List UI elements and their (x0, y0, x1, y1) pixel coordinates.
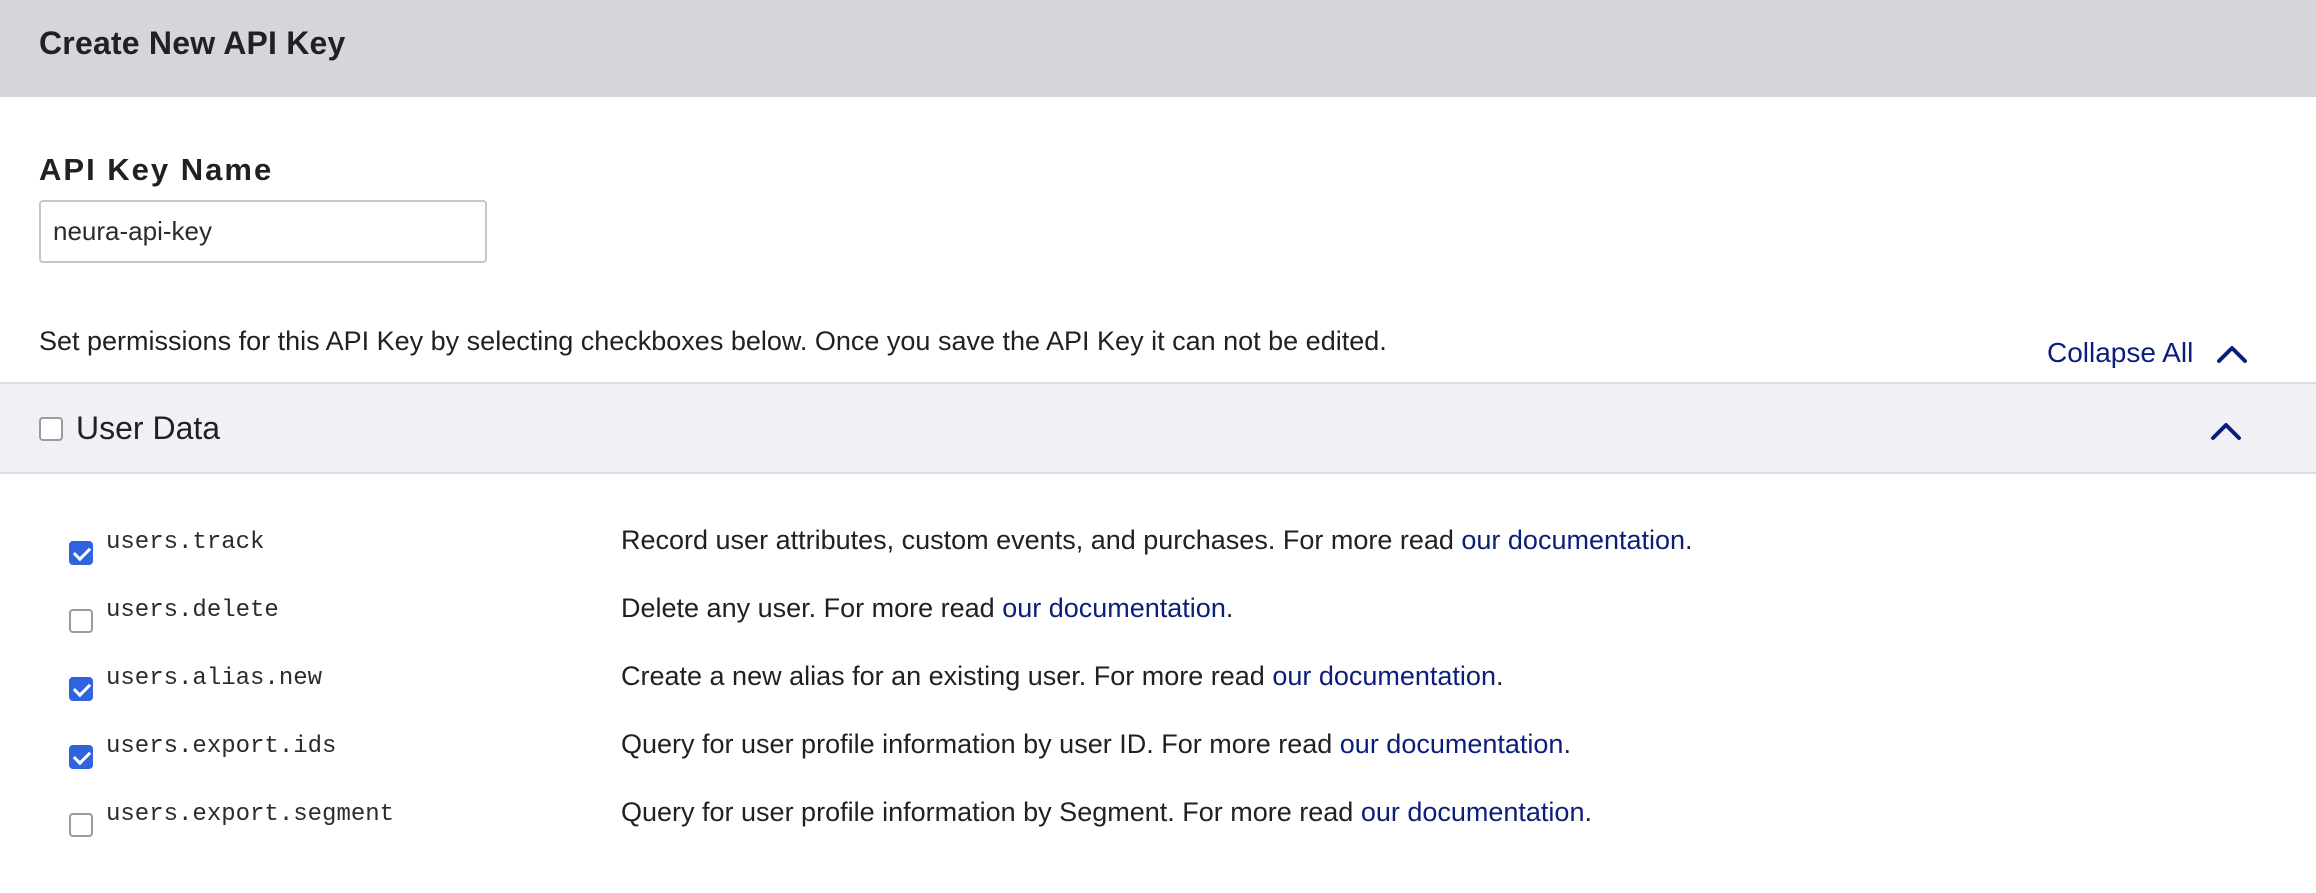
documentation-link[interactable]: our documentation (1272, 661, 1496, 691)
permission-description: Create a new alias for an existing user.… (621, 661, 1503, 692)
permission-checkbox[interactable] (69, 677, 93, 701)
description-suffix: . (1563, 729, 1571, 759)
documentation-link[interactable]: our documentation (1361, 797, 1585, 827)
api-key-name-input[interactable] (39, 200, 487, 263)
permission-description-text: Query for user profile information by Se… (621, 797, 1361, 827)
description-suffix: . (1225, 593, 1234, 623)
permission-description-text: Create a new alias for an existing user.… (621, 661, 1273, 691)
permission-checkbox[interactable] (69, 745, 93, 769)
permission-description: Delete any user. For more read our docum… (621, 593, 1233, 624)
permission-checkbox[interactable] (69, 541, 93, 565)
permission-checkbox[interactable] (69, 609, 93, 633)
permission-name: users.delete (106, 597, 279, 624)
permission-description-text: Delete any user. For more read (621, 593, 1003, 623)
permission-row: users.delete Delete any user. For more re… (0, 585, 2316, 653)
page-header: Create New API Key (0, 0, 2316, 97)
description-suffix: . (1584, 797, 1592, 827)
chevron-up-icon (2217, 346, 2248, 363)
permission-name: users.alias.new (106, 665, 323, 692)
description-suffix: . (1495, 661, 1504, 691)
collapse-all-button[interactable]: Collapse All (2047, 333, 2249, 373)
permission-name: users.export.ids (106, 733, 337, 760)
collapse-all-label: Collapse All (2047, 337, 2194, 368)
permission-description-text: Query for user profile information by us… (621, 729, 1340, 759)
permission-row: users.track Record user attributes, custo… (0, 517, 2316, 585)
permission-checkbox[interactable] (69, 813, 93, 837)
permission-name: users.track (106, 529, 265, 556)
permission-description: Record user attributes, custom events, a… (621, 525, 1693, 556)
documentation-link[interactable]: our documentation (1461, 525, 1685, 555)
api-key-name-label: API Key Name (39, 152, 274, 187)
permission-row: users.alias.new Create a new alias for an… (0, 653, 2316, 721)
chevron-up-icon[interactable] (2209, 418, 2243, 442)
permission-description-text: Record user attributes, custom events, a… (621, 525, 1462, 555)
section-header-user-data (0, 382, 2316, 474)
permission-row: users.export.segment Query for user profi… (0, 789, 2316, 857)
permission-description: Query for user profile information by Se… (621, 797, 1592, 828)
permission-row: users.export.ids Query for user profile i… (0, 721, 2316, 789)
documentation-link[interactable]: our documentation (1340, 729, 1564, 759)
description-suffix: . (1685, 525, 1693, 555)
permission-name: users.export.segment (106, 801, 395, 828)
section-title: User Data (76, 410, 221, 446)
permission-description: Query for user profile information by us… (621, 729, 1571, 760)
documentation-link[interactable]: our documentation (1002, 593, 1226, 623)
permissions-instructions: Set permissions for this API Key by sele… (39, 326, 1387, 356)
page-title: Create New API Key (39, 25, 346, 61)
section-checkbox-user-data[interactable] (39, 417, 63, 441)
